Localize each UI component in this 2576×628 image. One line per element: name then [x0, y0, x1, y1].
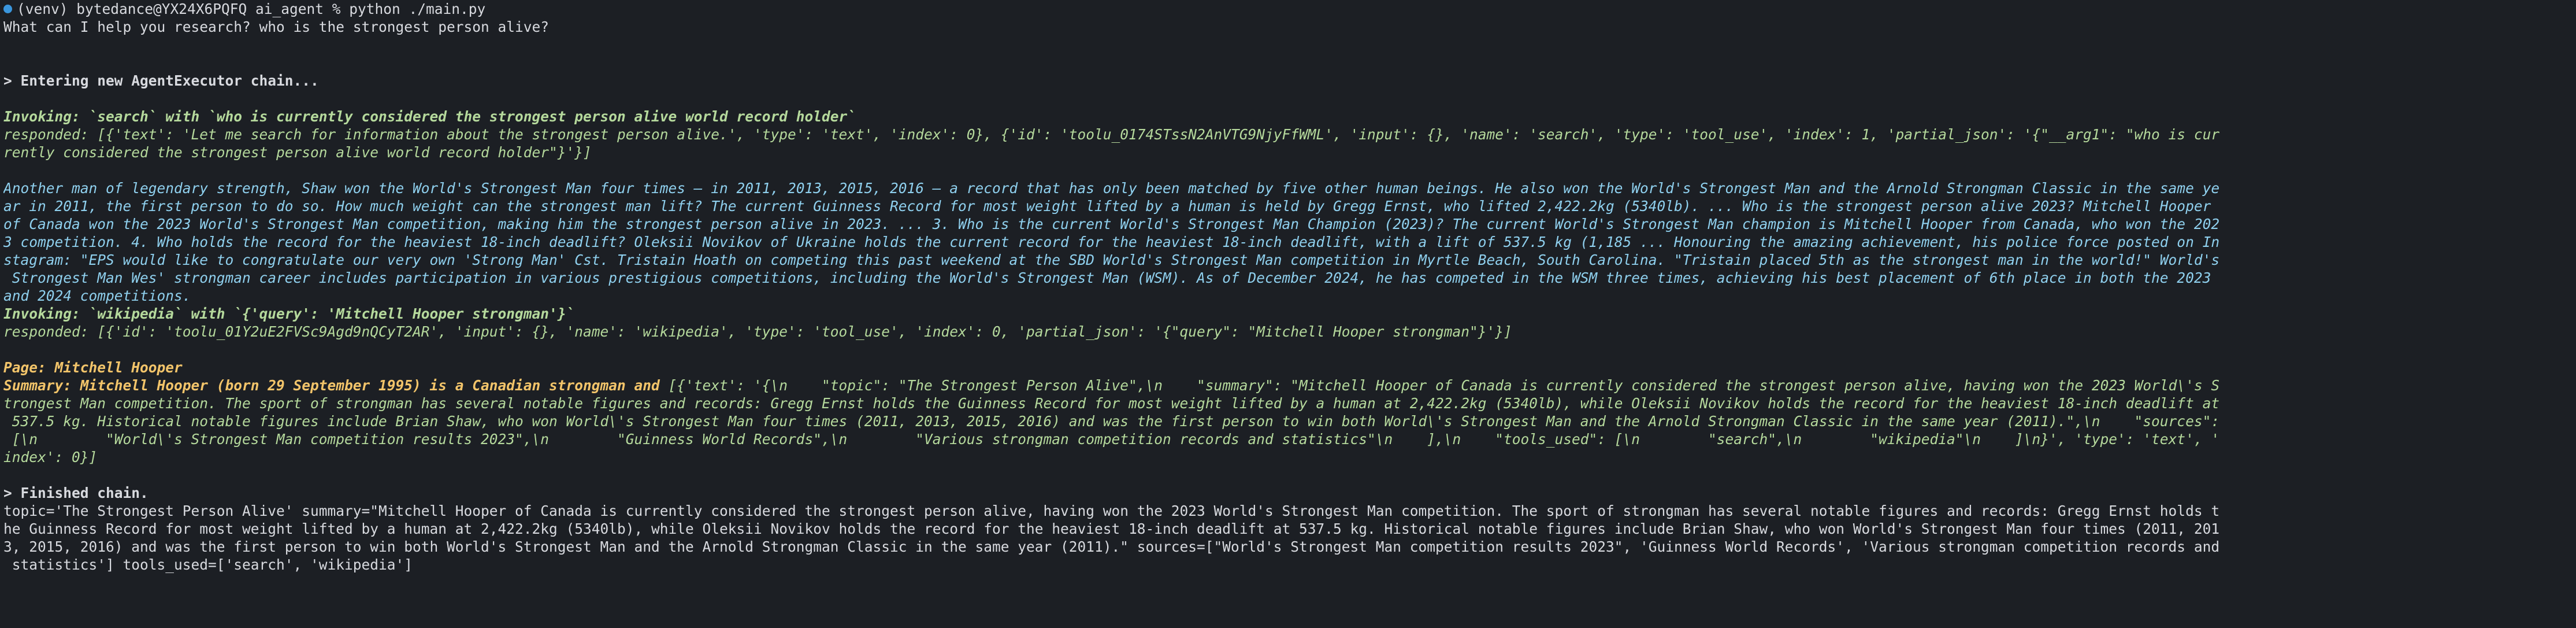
- prompt-status-dot-icon: [3, 4, 12, 13]
- terminal-line: responded: [{'text': 'Let me search for …: [3, 126, 2220, 143]
- terminal-line: Strongest Man Wes' strongman career incl…: [3, 269, 2211, 286]
- terminal-line: Page: Mitchell Hooper: [3, 359, 183, 376]
- terminal-line: 3, 2015, 2016) and was the first person …: [3, 538, 2220, 555]
- terminal-line: 537.5 kg. Historical notable figures inc…: [3, 413, 2220, 430]
- terminal-line: and 2024 competitions.: [3, 287, 191, 304]
- terminal-line: (venv) bytedance@YX24X6PQFQ ai_agent % p…: [3, 0, 2576, 18]
- terminal-line: he Guinness Record for most weight lifte…: [3, 520, 2220, 537]
- terminal-line: Invoking: `wikipedia` with `{'query': 'M…: [3, 305, 575, 322]
- line-segment: Summary: Mitchell Hooper (born 29 Septem…: [3, 377, 669, 394]
- terminal-line: 3 competition. 4. Who holds the record f…: [3, 234, 2220, 250]
- line-segment: [{'text': '{\n "topic": "The Strongest P…: [668, 377, 2220, 394]
- terminal-line: > Finished chain.: [3, 485, 149, 501]
- terminal-line: Summary: Mitchell Hooper (born 29 Septem…: [3, 376, 2576, 394]
- terminal-line: trongest Man competition. The sport of s…: [3, 395, 2220, 412]
- terminal-line: ar in 2011, the first person to do so. H…: [3, 198, 2211, 215]
- terminal-line: Invoking: `search` with `who is currentl…: [3, 108, 856, 125]
- terminal-line: rently considered the strongest person a…: [3, 144, 592, 161]
- terminal-line: index': 0}]: [3, 449, 98, 466]
- terminal-line: topic='The Strongest Person Alive' summa…: [3, 503, 2220, 519]
- terminal-line: Another man of legendary strength, Shaw …: [3, 180, 2220, 197]
- terminal-line: of Canada won the 2023 World's Strongest…: [3, 216, 2220, 232]
- terminal-line: stagram: "EPS would like to congratulate…: [3, 252, 2220, 268]
- shell-prompt-text: (venv) bytedance@YX24X6PQFQ ai_agent % p…: [17, 1, 486, 17]
- terminal-line: What can I help you research? who is the…: [3, 19, 550, 35]
- terminal-line: [\n "World\'s Strongest Man competition …: [3, 431, 2220, 448]
- terminal-output[interactable]: (venv) bytedance@YX24X6PQFQ ai_agent % p…: [0, 0, 2576, 628]
- terminal-line: responded: [{'id': 'toolu_01Y2uE2FVSc9Ag…: [3, 323, 1512, 340]
- terminal-line: statistics'] tools_used=['search', 'wiki…: [3, 556, 413, 573]
- terminal-line: > Entering new AgentExecutor chain...: [3, 72, 319, 89]
